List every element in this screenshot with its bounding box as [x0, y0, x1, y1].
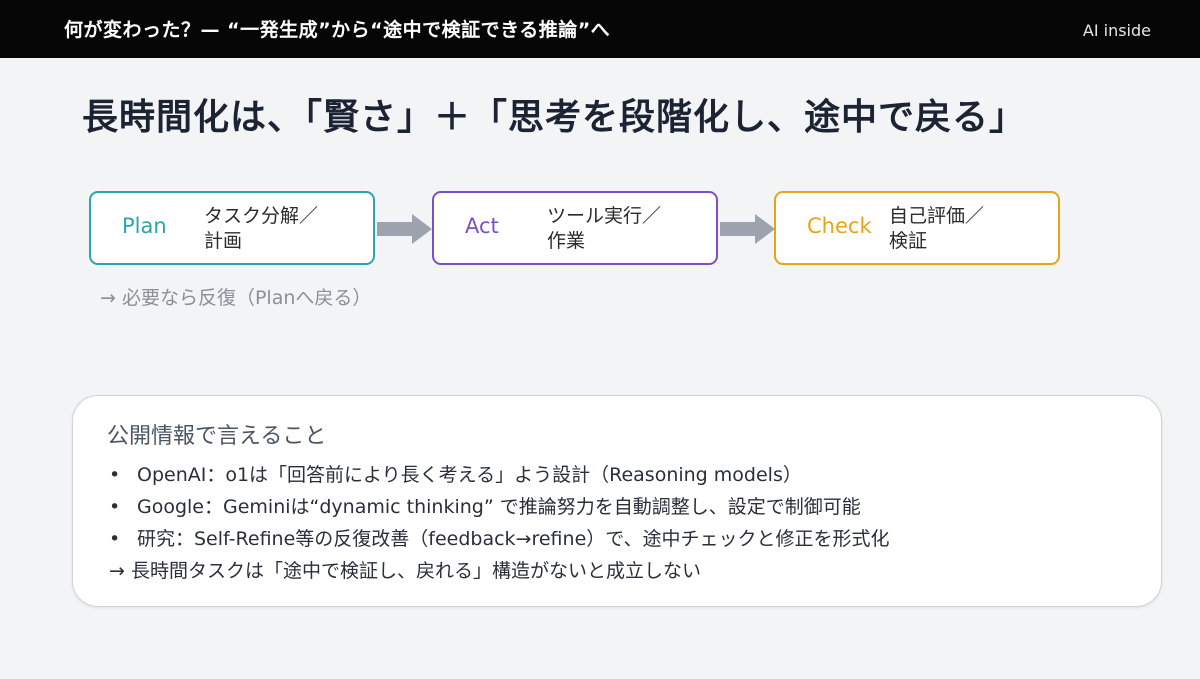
list-item: • Google：Geminiは“dynamic thinking” で推論努力を…: [109, 491, 890, 523]
info-heading: 公開情報で言えること: [107, 424, 327, 449]
loop-note: → 必要なら反復（Planへ戻る）: [100, 287, 372, 309]
slide-title: 長時間化は、「賢さ」＋「思考を段階化し、途中で戻る」: [82, 97, 1027, 138]
info-card: 公開情報で言えること • OpenAI：o1は「回答前により長く考える」よう設計（…: [72, 395, 1162, 607]
header-title: 何が変わった？— “一発生成”から“途中で検証できる推論”へ: [64, 19, 611, 41]
bullet-icon: •: [109, 496, 121, 518]
flow-step-check: Check 自己評価／ 検証: [774, 191, 1060, 265]
flow-step-label: Act: [465, 214, 499, 238]
list-item-text: Google：Geminiは“dynamic thinking” で推論努力を自…: [137, 496, 861, 518]
flow-step-label: Check: [807, 214, 872, 238]
flow-step-act: Act ツール実行／ 作業: [432, 191, 718, 265]
header-bar: 何が変わった？— “一発生成”から“途中で検証できる推論”へ AI inside: [0, 0, 1200, 58]
bullet-icon: •: [109, 464, 121, 486]
flow-arrow-icon: [720, 214, 775, 244]
arrow-shape: [720, 214, 775, 244]
list-item-text: 研究：Self-Refine等の反復改善（feedback→refine）で、途…: [137, 528, 890, 550]
list-item-text: OpenAI：o1は「回答前により長く考える」よう設計（Reasoning mo…: [137, 464, 802, 486]
info-list: • OpenAI：o1は「回答前により長く考える」よう設計（Reasoning m…: [109, 459, 890, 555]
info-conclusion: → 長時間タスクは「途中で検証し、戻れる」構造がないと成立しない: [109, 560, 701, 582]
flow-step-desc: タスク分解／ 計画: [204, 205, 319, 252]
flow-step-desc: 自己評価／ 検証: [889, 205, 985, 252]
brand-label: AI inside: [1082, 21, 1151, 40]
flow-arrow-icon: [377, 214, 432, 244]
list-item: • 研究：Self-Refine等の反復改善（feedback→refine）で、…: [109, 523, 890, 555]
bullet-icon: •: [109, 528, 121, 550]
list-item: • OpenAI：o1は「回答前により長く考える」よう設計（Reasoning m…: [109, 459, 890, 491]
flow-step-desc: ツール実行／ 作業: [547, 205, 662, 252]
flow-step-label: Plan: [122, 214, 167, 238]
arrow-shape: [377, 214, 432, 244]
flow-step-plan: Plan タスク分解／ 計画: [89, 191, 375, 265]
